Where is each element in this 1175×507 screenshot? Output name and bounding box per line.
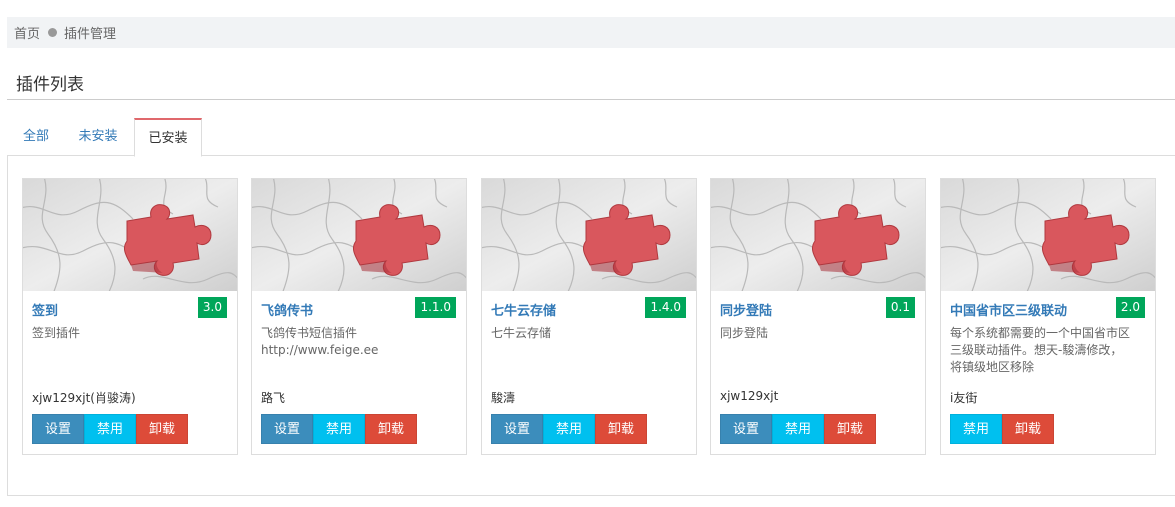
plugin-author: 路飞 [261, 391, 286, 405]
plugin-description-line: 将镇级地区移除 [950, 360, 1035, 374]
disable-button[interactable]: 禁用 [772, 414, 825, 444]
breadcrumb: 首页 插件管理 [7, 17, 1175, 48]
plugin-card: 七牛云存储 1.4.0 七牛云存储 駿濤 设置 禁用 卸载 [481, 178, 697, 455]
puzzle-image [482, 179, 696, 291]
puzzle-image [23, 179, 237, 291]
plugin-description-line: http://www.feige.ee [261, 343, 379, 357]
uninstall-button[interactable]: 卸载 [365, 414, 418, 444]
plugin-description-line: 飞鸽传书短信插件 [261, 326, 358, 340]
breadcrumb-home-link[interactable]: 首页 [14, 23, 40, 42]
settings-button[interactable]: 设置 [32, 414, 85, 444]
plugin-card: 中国省市区三级联动 2.0 每个系统都需要的一个中国省市区 三级联动插件。想天-駿… [940, 178, 1156, 455]
plugin-card: 飞鸽传书 1.1.0 飞鸽传书短信插件 http://www.feige.ee 路… [251, 178, 467, 455]
plugin-actions: 设置 禁用 卸载 [720, 414, 877, 444]
plugin-thumbnail [252, 179, 466, 291]
plugin-description-line: 每个系统都需要的一个中国省市区 [950, 326, 1131, 340]
version-badge: 2.0 [1115, 297, 1145, 318]
tab-not-installed[interactable]: 未安装 [69, 118, 127, 155]
disable-button[interactable]: 禁用 [543, 414, 596, 444]
title-divider [7, 99, 1175, 100]
puzzle-image [252, 179, 466, 291]
plugin-author: 駿濤 [491, 391, 516, 405]
settings-button[interactable]: 设置 [261, 414, 314, 444]
tab-all[interactable]: 全部 [15, 118, 57, 155]
plugin-thumbnail [482, 179, 696, 291]
plugin-actions: 设置 禁用 卸载 [261, 414, 418, 444]
settings-button[interactable]: 设置 [491, 414, 544, 444]
disable-button[interactable]: 禁用 [313, 414, 366, 444]
version-badge: 1.1.0 [415, 297, 456, 318]
settings-button[interactable]: 设置 [720, 414, 773, 444]
plugin-actions: 禁用 卸载 [950, 414, 1055, 444]
uninstall-button[interactable]: 卸载 [1002, 414, 1055, 444]
plugin-thumbnail [941, 179, 1155, 291]
uninstall-button[interactable]: 卸载 [136, 414, 189, 444]
breadcrumb-current: 插件管理 [64, 27, 117, 42]
plugin-description: 每个系统都需要的一个中国省市区 三级联动插件。想天-駿濤修改， 将镇级地区移除 [950, 325, 1150, 376]
page-title: 插件列表 [16, 75, 84, 95]
breadcrumb-separator-icon [48, 28, 58, 37]
plugin-description: 飞鸽传书短信插件 http://www.feige.ee [261, 325, 461, 359]
puzzle-image [711, 179, 925, 291]
plugin-card: 同步登陆 0.1 同步登陆 xjw129xjt 设置 禁用 卸载 [710, 178, 926, 455]
plugin-name-link[interactable]: 飞鸽传书 [261, 300, 313, 319]
uninstall-button[interactable]: 卸载 [824, 414, 877, 444]
plugin-name-link[interactable]: 同步登陆 [720, 300, 772, 319]
tab-installed[interactable]: 已安装 [134, 118, 202, 157]
plugin-name-link[interactable]: 签到 [32, 300, 58, 319]
version-badge: 3.0 [197, 297, 227, 318]
plugin-name-link[interactable]: 七牛云存储 [491, 300, 556, 319]
plugin-description-line: 三级联动插件。想天-駿濤修改， [950, 343, 1123, 357]
version-badge: 1.4.0 [645, 297, 686, 318]
plugin-description: 签到插件 [32, 325, 232, 342]
puzzle-image [941, 179, 1155, 291]
plugin-description-line: 签到插件 [32, 326, 81, 340]
plugin-description-line: 七牛云存储 [491, 326, 552, 340]
uninstall-button[interactable]: 卸载 [595, 414, 648, 444]
plugin-description: 七牛云存储 [491, 325, 691, 342]
plugin-name-link[interactable]: 中国省市区三级联动 [950, 300, 1067, 319]
plugin-thumbnail [711, 179, 925, 291]
plugin-thumbnail [23, 179, 237, 291]
tab-bar: 全部 未安装 已安装 [7, 118, 1175, 157]
version-badge: 0.1 [885, 297, 915, 318]
plugin-card: 签到 3.0 签到插件 xjw129xjt(肖骏涛) 设置 禁用 卸载 [22, 178, 238, 455]
plugin-description: 同步登陆 [720, 325, 920, 342]
plugin-author: xjw129xjt [720, 389, 779, 403]
plugin-author: i友街 [950, 391, 978, 405]
plugin-author: xjw129xjt(肖骏涛) [32, 391, 136, 405]
disable-button[interactable]: 禁用 [84, 414, 137, 444]
plugin-description-line: 同步登陆 [720, 326, 769, 340]
plugin-actions: 设置 禁用 卸载 [32, 414, 189, 444]
disable-button[interactable]: 禁用 [950, 414, 1003, 444]
plugin-actions: 设置 禁用 卸载 [491, 414, 648, 444]
